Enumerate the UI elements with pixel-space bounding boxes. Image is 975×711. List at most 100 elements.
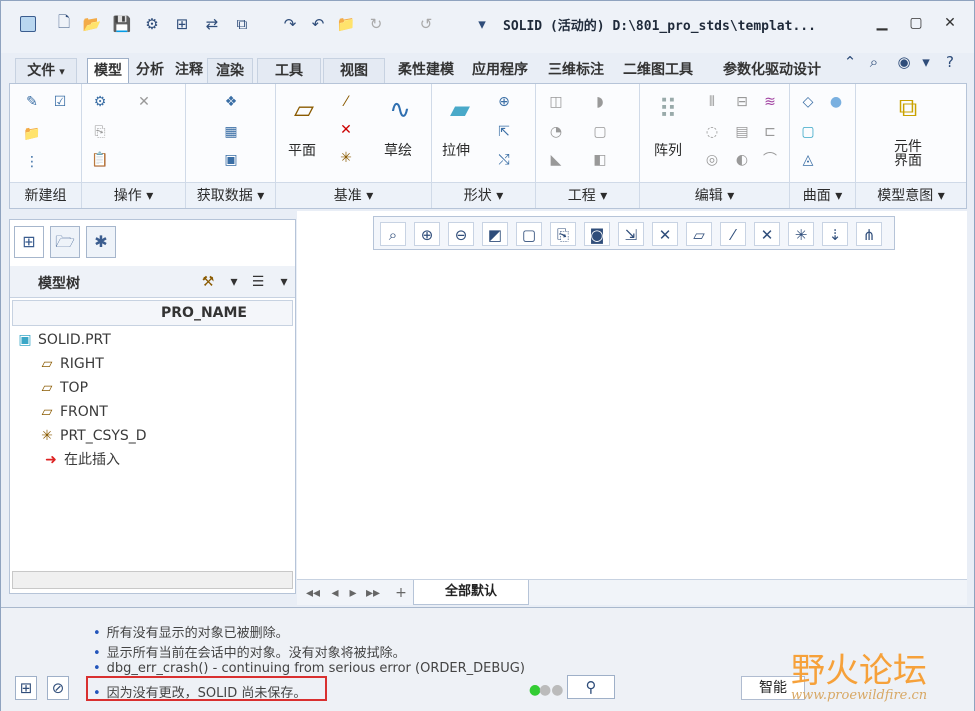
open-icon[interactable]: 📂 (81, 12, 103, 36)
tree-horizontal-scrollbar[interactable] (12, 571, 293, 589)
tree-item-csys[interactable]: ✳ PRT_CSYS_D (38, 424, 146, 448)
tab-flexible-modeling[interactable]: 柔性建模 (389, 58, 463, 83)
refit-icon[interactable]: ⌕ (380, 222, 406, 246)
component-interface-icon[interactable]: ⧉ (888, 88, 928, 128)
show-icon[interactable]: ☰ (248, 272, 268, 292)
search-icon[interactable]: ⌕ (863, 50, 885, 74)
group-label[interactable]: 操作 ▾ (82, 182, 185, 208)
group-label[interactable]: 获取数据 ▾ (186, 182, 275, 208)
repaint-icon[interactable]: ◩ (482, 222, 508, 246)
settings-dropdown-icon[interactable]: ▾ (224, 272, 244, 292)
find-icon[interactable]: ⚲ (567, 675, 615, 699)
model-tree-toggle-icon[interactable]: ⊞ (15, 676, 37, 700)
annotation-display-icon[interactable]: ✕ (652, 222, 678, 246)
tab-all-default[interactable]: 全部默认 (413, 580, 529, 605)
saved-orientations-icon[interactable]: ⎘ (550, 222, 576, 246)
properties-icon[interactable]: ⊞ (171, 12, 193, 36)
component-interface-label[interactable]: 元件 界面 (894, 140, 922, 168)
fill-icon[interactable]: ◇ (798, 92, 818, 112)
first-tab-icon[interactable]: ◂◂ (303, 583, 323, 603)
group-label[interactable]: 形状 ▾ (432, 182, 535, 208)
view-manager-icon[interactable]: ◙ (584, 222, 610, 246)
group-label[interactable]: 基准 ▾ (276, 182, 431, 208)
graphics-area[interactable] (297, 211, 967, 603)
collapse-ribbon-icon[interactable]: ⌃ (839, 50, 861, 74)
sketch-label[interactable]: 草绘 (384, 140, 412, 160)
group-label[interactable]: 模型意图 ▾ (856, 182, 966, 208)
save-icon[interactable]: 💾 (111, 12, 133, 36)
minimize-button[interactable]: ▁ (871, 15, 893, 35)
display-style-icon[interactable]: ▢ (516, 222, 542, 246)
component-icon[interactable]: ⋮ (22, 152, 42, 172)
options-dropdown-icon[interactable]: ▾ (915, 50, 937, 74)
community-icon[interactable]: ◉ (893, 50, 915, 74)
undo-icon[interactable]: ↶ (307, 12, 329, 36)
add-tab-button[interactable]: + (391, 583, 411, 603)
pattern-icon[interactable]: ⠿ (648, 90, 688, 130)
tab-annotate[interactable]: 注释 (169, 58, 209, 83)
csys-icon[interactable]: ✳ (336, 148, 356, 168)
copy-geometry-icon[interactable]: ▦ (221, 122, 241, 142)
point-display-icon[interactable]: ✕ (754, 222, 780, 246)
tab-folder-browser-icon[interactable]: 🗁 (50, 226, 80, 258)
column-pro-name[interactable]: PRO_NAME (161, 305, 247, 321)
extrude-icon[interactable]: ▰ (440, 90, 480, 130)
freestyle-icon[interactable]: ◬ (798, 150, 818, 170)
plane-label[interactable]: 平面 (288, 140, 316, 160)
sketch-icon[interactable]: ∿ (380, 90, 420, 130)
extrude-label[interactable]: 拉伸 (442, 140, 470, 160)
prev-tab-icon[interactable]: ◂ (325, 583, 345, 603)
csys-display-icon[interactable]: ✳ (788, 222, 814, 246)
point-icon[interactable]: ✕ (336, 120, 356, 140)
axis-icon[interactable]: ⁄ (336, 92, 356, 112)
plane-display-icon[interactable]: ▱ (686, 222, 712, 246)
tab-analysis[interactable]: 分析 (129, 58, 171, 83)
tab-model-tree-icon[interactable]: ⊞ (14, 226, 44, 258)
shrinkwrap-icon[interactable]: ▣ (221, 150, 241, 170)
tab-3d-annotation[interactable]: 三维标注 (537, 58, 615, 83)
boundary-blend-icon[interactable]: ▢ (798, 122, 818, 142)
axis-display-icon[interactable]: ⁄ (720, 222, 746, 246)
tab-tools[interactable]: 工具 (257, 58, 321, 83)
customize-dropdown-icon[interactable]: ▾ (471, 12, 493, 36)
plane-icon[interactable]: ▱ (284, 90, 324, 130)
zoom-in-icon[interactable]: ⊕ (414, 222, 440, 246)
tree-item-front[interactable]: ▱ FRONT (38, 400, 108, 424)
tree-item-right[interactable]: ▱ RIGHT (38, 352, 104, 376)
new-group-icon[interactable]: ✎ (22, 92, 42, 112)
close-button[interactable]: ✕ (939, 15, 961, 35)
trim-icon[interactable]: ≋ (760, 92, 780, 112)
zoom-out-icon[interactable]: ⊖ (448, 222, 474, 246)
maximize-button[interactable]: ▢ (905, 15, 927, 35)
tab-render[interactable]: 渲染 (207, 58, 253, 83)
browser-toggle-icon[interactable]: ⊘ (47, 676, 69, 700)
check-icon[interactable]: ☑ (50, 92, 70, 112)
tab-model[interactable]: 模型 (87, 58, 129, 85)
window-icon[interactable]: ⧉ (231, 12, 253, 36)
folder-icon[interactable]: 📁 (335, 12, 357, 36)
group-label[interactable]: 曲面 ▾ (790, 182, 855, 208)
user-defined-feature-icon[interactable]: ❖ (221, 92, 241, 112)
sweep-icon[interactable]: ⇱ (494, 122, 514, 142)
new-icon[interactable]: 🗋 (53, 12, 75, 36)
last-tab-icon[interactable]: ▸▸ (363, 583, 383, 603)
tree-item-insert-here[interactable]: ➜ 在此插入 (42, 448, 120, 472)
revolve-icon[interactable]: ⊕ (494, 92, 514, 112)
tab-applications[interactable]: 应用程序 (461, 58, 539, 83)
regenerate-icon[interactable]: ⚙ (141, 12, 163, 36)
folder-new-icon[interactable]: 📁 (22, 124, 42, 144)
perspective-icon[interactable]: ⇲ (618, 222, 644, 246)
pattern-label[interactable]: 阵列 (654, 140, 682, 160)
regenerate-icon[interactable]: ⚙ (90, 92, 110, 112)
tab-2d-tools[interactable]: 二维图工具 (611, 58, 705, 83)
spin-center-icon[interactable]: ⇣ (822, 222, 848, 246)
style-icon[interactable]: ● (826, 92, 846, 112)
blend-icon[interactable]: ⤭ (494, 150, 514, 170)
replace-icon[interactable]: ⇄ (201, 12, 223, 36)
group-label[interactable]: 编辑 ▾ (640, 182, 789, 208)
tab-file[interactable]: 文件 ▾ (15, 58, 77, 83)
show-dropdown-icon[interactable]: ▾ (274, 272, 294, 292)
tab-favorites-icon[interactable]: ✱ (86, 226, 116, 258)
help-icon[interactable]: ? (939, 50, 961, 74)
connections-icon[interactable]: ⋔ (856, 222, 882, 246)
